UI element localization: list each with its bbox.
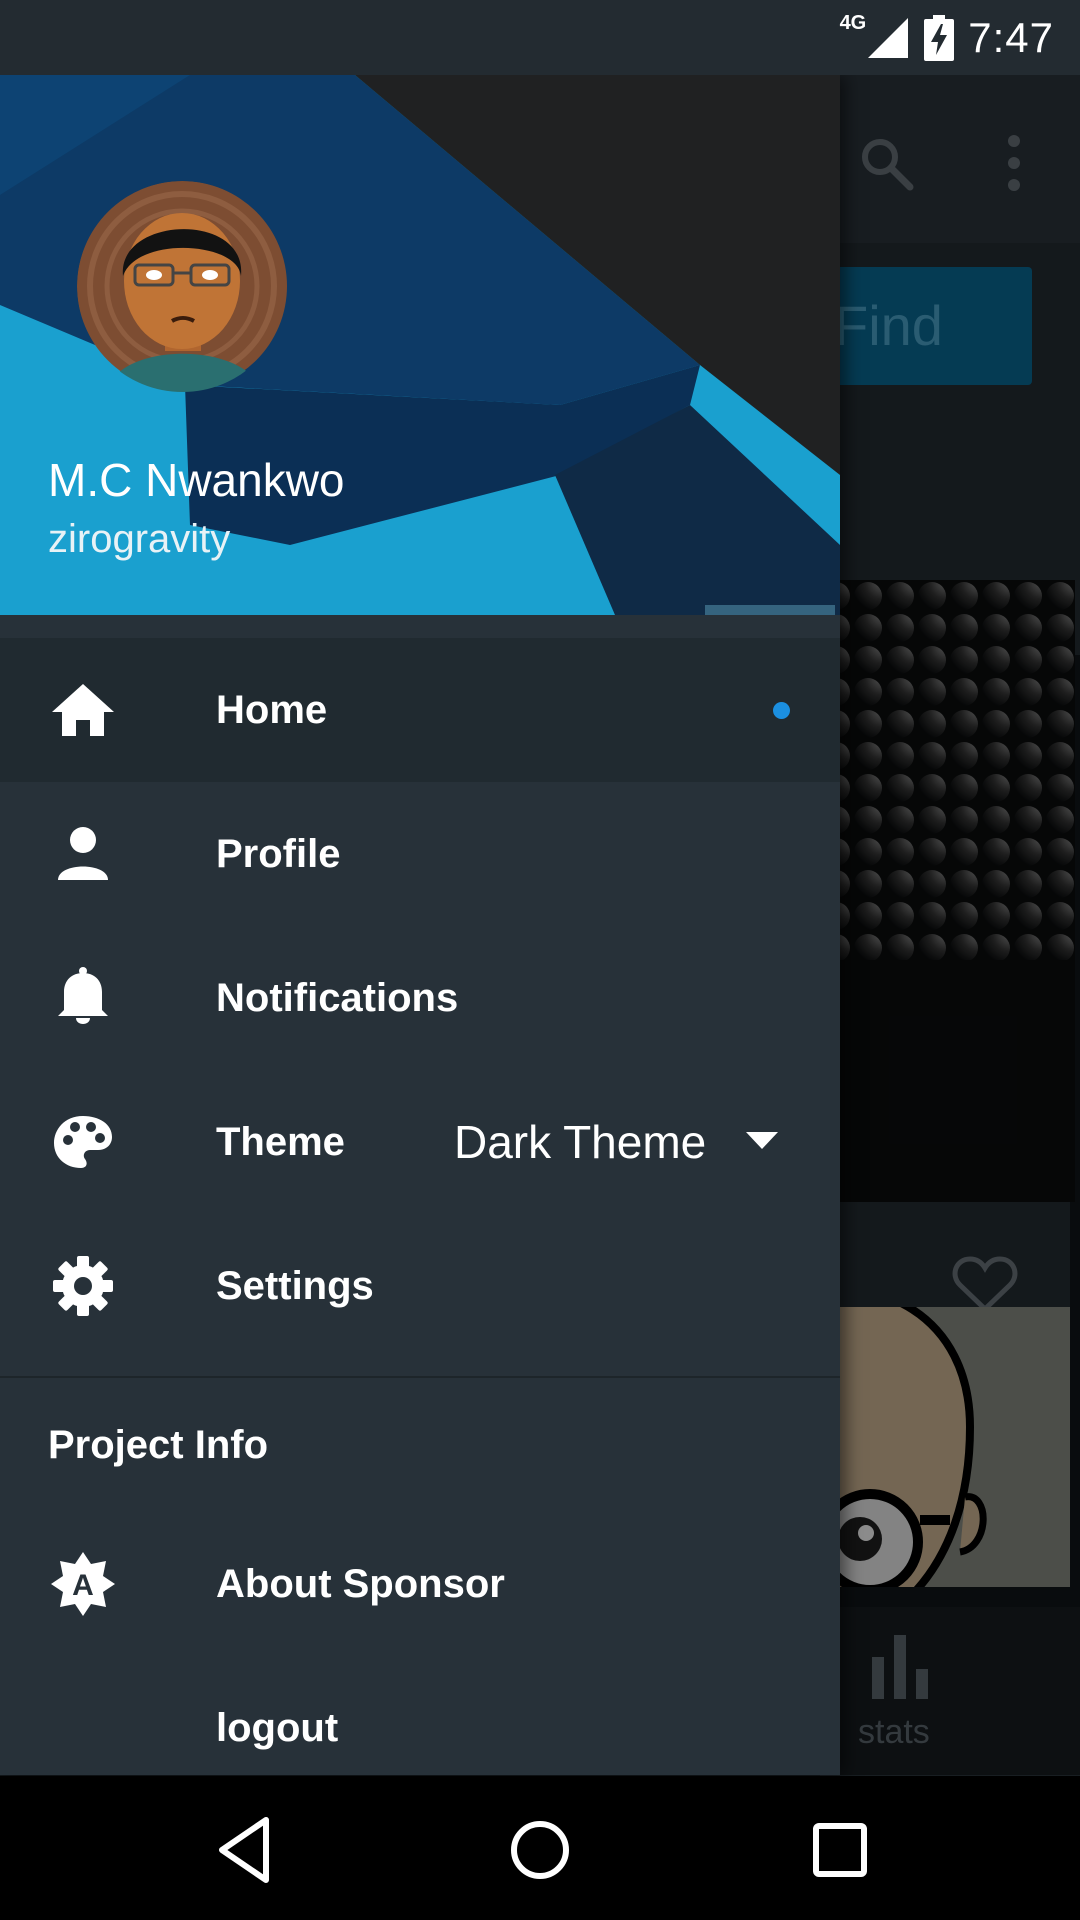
avatar[interactable]: [77, 181, 288, 392]
drawer-item-label: Profile: [216, 832, 341, 876]
home-icon: [52, 684, 114, 736]
drawer-item-notifications[interactable]: Notifications: [0, 926, 840, 1070]
drawer-item-profile[interactable]: Profile: [0, 782, 840, 926]
clock: 7:47: [968, 13, 1054, 61]
system-navigation-bar: [0, 1776, 1080, 1920]
drawer-item-label: Notifications: [216, 976, 459, 1020]
drawer-item-theme[interactable]: Theme Dark Theme: [0, 1070, 840, 1214]
drawer-header: M.C Nwankwo zirogravity: [0, 75, 840, 615]
sponsor-badge-icon: A: [51, 1552, 115, 1616]
drawer-item-label: About Sponsor: [216, 1562, 505, 1606]
drawer-item-label: logout: [216, 1706, 339, 1750]
drawer-menu: Home Profile Notifications Theme Dark Th…: [0, 638, 840, 1775]
gear-icon: [53, 1256, 113, 1316]
drawer-item-logout[interactable]: logout: [0, 1656, 840, 1775]
person-icon: [58, 827, 108, 880]
drawer-item-label: Home: [216, 688, 328, 732]
network-type: 4G: [839, 12, 867, 34]
active-indicator: [773, 702, 790, 719]
drawer-item-label: Settings: [216, 1264, 374, 1308]
drawer-item-settings[interactable]: Settings: [0, 1214, 840, 1358]
back-icon[interactable]: [210, 1812, 286, 1888]
chevron-down-icon: [746, 1132, 778, 1149]
svg-text:A: A: [72, 1569, 94, 1602]
drawer-item-label: Theme: [216, 1120, 345, 1164]
drawer-item-about-sponsor[interactable]: A About Sponsor: [0, 1512, 840, 1656]
drawer-item-home[interactable]: Home: [0, 638, 840, 782]
user-name: M.C Nwankwo: [48, 454, 345, 506]
theme-selected-value: Dark Theme: [454, 1116, 707, 1168]
battery-charging-icon: [924, 14, 955, 61]
signal-icon: [868, 17, 909, 58]
section-title: Project Info: [48, 1423, 269, 1467]
bell-icon: [58, 967, 108, 1024]
navigation-drawer: M.C Nwankwo zirogravity Home Profile Not: [0, 75, 840, 1775]
status-icons: 4G 7:47: [826, 0, 1054, 75]
home-nav-icon[interactable]: [502, 1812, 578, 1888]
theme-dropdown[interactable]: Dark Theme: [454, 1070, 794, 1214]
palette-icon: [54, 1116, 112, 1168]
user-handle: zirogravity: [48, 517, 231, 561]
recents-icon[interactable]: [802, 1812, 878, 1888]
status-bar: 4G 7:47: [0, 0, 1080, 75]
